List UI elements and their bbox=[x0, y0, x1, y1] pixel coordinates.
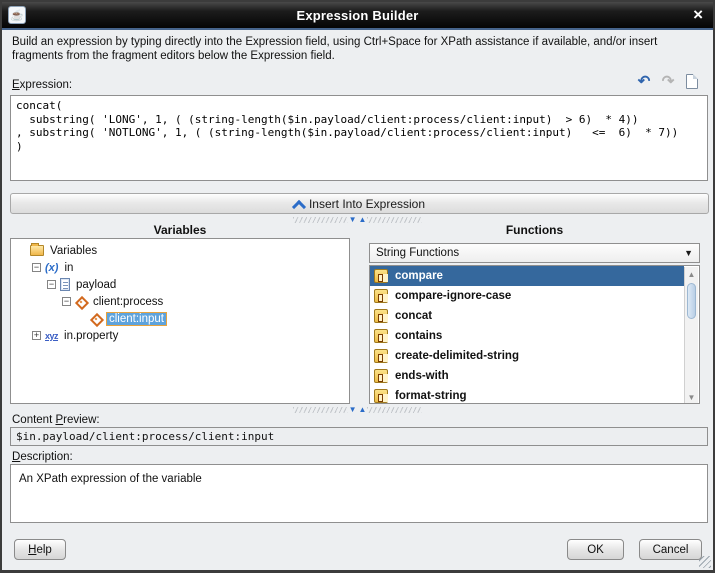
content-preview-label-rest: review: bbox=[63, 414, 100, 426]
cancel-button[interactable]: Cancel bbox=[639, 539, 702, 560]
function-item-label: ends-with bbox=[395, 370, 449, 382]
content-preview-label-pre: Content bbox=[12, 414, 56, 426]
scroll-down-icon[interactable]: ▼ bbox=[685, 390, 698, 403]
variables-tree[interactable]: Variables − (x) in − payload − client:process cl… bbox=[10, 238, 350, 404]
resize-grip[interactable] bbox=[699, 556, 711, 568]
clear-expression-button[interactable] bbox=[683, 72, 701, 90]
function-item-label: format-string bbox=[395, 390, 467, 402]
function-item-label: compare-ignore-case bbox=[395, 290, 512, 302]
horizontal-splitter-bottom[interactable]: ▼ ▲ bbox=[2, 406, 713, 414]
variable-icon: (x) bbox=[45, 261, 59, 274]
function-category-dropdown[interactable]: String Functions ▼ bbox=[369, 243, 700, 263]
tree-item-label: in.property bbox=[64, 329, 119, 342]
splitter-collapse-up-icon[interactable]: ▲ bbox=[358, 216, 368, 224]
function-item-contains[interactable]: contains bbox=[370, 326, 684, 346]
concat-function-icon bbox=[374, 309, 388, 323]
xml-element-icon bbox=[90, 313, 102, 325]
splitter-hatch bbox=[292, 407, 348, 413]
scrollbar-thumb[interactable] bbox=[687, 283, 696, 319]
expand-icon[interactable]: + bbox=[32, 331, 41, 340]
function-item-label: create-delimited-string bbox=[395, 350, 519, 362]
tree-item-in-property[interactable]: + xyz in.property bbox=[11, 327, 349, 344]
description-label-rest: escription: bbox=[20, 451, 73, 463]
tree-item-variables[interactable]: Variables bbox=[11, 242, 349, 259]
chevron-up-icon bbox=[294, 202, 303, 211]
function-item-label: concat bbox=[395, 310, 433, 322]
function-item-compare[interactable]: compare bbox=[370, 266, 684, 286]
compare-function-icon bbox=[374, 269, 388, 283]
function-category-value: String Functions bbox=[376, 247, 460, 259]
tree-item-client-input[interactable]: client:input bbox=[11, 310, 349, 327]
undo-icon: ↶ bbox=[637, 73, 651, 90]
description-field: An XPath expression of the variable bbox=[10, 464, 708, 523]
redo-button[interactable]: ↷ bbox=[659, 72, 677, 90]
insert-into-expression-button[interactable]: Insert Into Expression bbox=[10, 193, 709, 214]
function-item-create-delimited-string[interactable]: create-delimited-string bbox=[370, 346, 684, 366]
create-delimited-string-function-icon bbox=[374, 349, 388, 363]
collapse-icon[interactable]: − bbox=[62, 297, 71, 306]
expression-label-rest: xpression: bbox=[19, 79, 73, 91]
contains-function-icon bbox=[374, 329, 388, 343]
help-label-rest: elp bbox=[36, 543, 52, 556]
new-document-icon bbox=[686, 73, 698, 89]
functions-scrollbar[interactable]: ▲ ▼ bbox=[684, 267, 698, 403]
description-label: Description: bbox=[12, 451, 73, 463]
scroll-up-icon[interactable]: ▲ bbox=[685, 267, 698, 281]
help-button[interactable]: Help bbox=[14, 539, 66, 560]
expression-builder-dialog: ☕ Expression Builder × Build an expressi… bbox=[0, 0, 715, 573]
dialog-instructions: Build an expression by typing directly i… bbox=[12, 36, 658, 62]
compare-ignore-case-function-icon bbox=[374, 289, 388, 303]
expression-label: Expression: bbox=[12, 79, 72, 91]
window-title: Expression Builder bbox=[296, 7, 419, 23]
close-icon[interactable]: × bbox=[693, 4, 703, 26]
variables-panel-header: Variables bbox=[153, 223, 207, 237]
expression-label-mnemonic: E bbox=[12, 79, 20, 91]
ok-button[interactable]: OK bbox=[567, 539, 624, 560]
function-item-compare-ignore-case[interactable]: compare-ignore-case bbox=[370, 286, 684, 306]
xml-element-icon bbox=[75, 296, 87, 308]
collapse-icon[interactable]: − bbox=[47, 280, 56, 289]
tree-item-payload[interactable]: − payload bbox=[11, 276, 349, 293]
chevron-down-icon: ▼ bbox=[684, 248, 693, 258]
splitter-collapse-up-icon[interactable]: ▲ bbox=[358, 406, 368, 414]
function-item-label: contains bbox=[395, 330, 443, 342]
tree-item-client-process[interactable]: − client:process bbox=[11, 293, 349, 310]
tree-item-label: in bbox=[64, 261, 74, 274]
redo-icon: ↷ bbox=[661, 73, 675, 90]
format-string-function-icon bbox=[374, 389, 388, 403]
content-preview-label-mnemonic: P bbox=[55, 414, 64, 426]
payload-document-icon bbox=[60, 278, 70, 291]
collapse-icon[interactable]: − bbox=[32, 263, 41, 272]
titlebar-accent-line bbox=[2, 28, 713, 30]
expression-text: concat( substring( 'LONG', 1, ( (string-… bbox=[16, 99, 679, 153]
tree-item-label: client:input bbox=[106, 311, 167, 326]
splitter-collapse-down-icon[interactable]: ▼ bbox=[348, 406, 358, 414]
functions-panel-header: Functions bbox=[505, 223, 564, 237]
expression-toolbar: ↶ ↷ bbox=[635, 72, 701, 90]
tree-item-label: payload bbox=[76, 278, 117, 291]
function-item-label: compare bbox=[395, 270, 443, 282]
expression-editor[interactable]: concat( substring( 'LONG', 1, ( (string-… bbox=[10, 95, 708, 181]
insert-button-label: Insert Into Expression bbox=[308, 196, 426, 211]
title-bar[interactable]: ☕ Expression Builder × bbox=[2, 2, 713, 28]
function-item-ends-with[interactable]: ends-with bbox=[370, 366, 684, 386]
tree-item-label: Variables bbox=[50, 244, 98, 257]
function-item-concat[interactable]: concat bbox=[370, 306, 684, 326]
undo-button[interactable]: ↶ bbox=[635, 72, 653, 90]
splitter-hatch bbox=[367, 407, 423, 413]
content-preview-field: $in.payload/client:process/client:input bbox=[10, 427, 708, 446]
folder-open-icon bbox=[30, 243, 44, 256]
ends-with-function-icon bbox=[374, 369, 388, 383]
tree-item-in[interactable]: − (x) in bbox=[11, 259, 349, 276]
function-item-format-string[interactable]: format-string bbox=[370, 386, 684, 403]
content-preview-label: Content Preview: bbox=[12, 414, 100, 426]
functions-list[interactable]: compare compare-ignore-case concat contains… bbox=[369, 265, 700, 404]
property-xyz-icon: xyz bbox=[45, 330, 59, 341]
tree-item-label: client:process bbox=[93, 295, 164, 308]
